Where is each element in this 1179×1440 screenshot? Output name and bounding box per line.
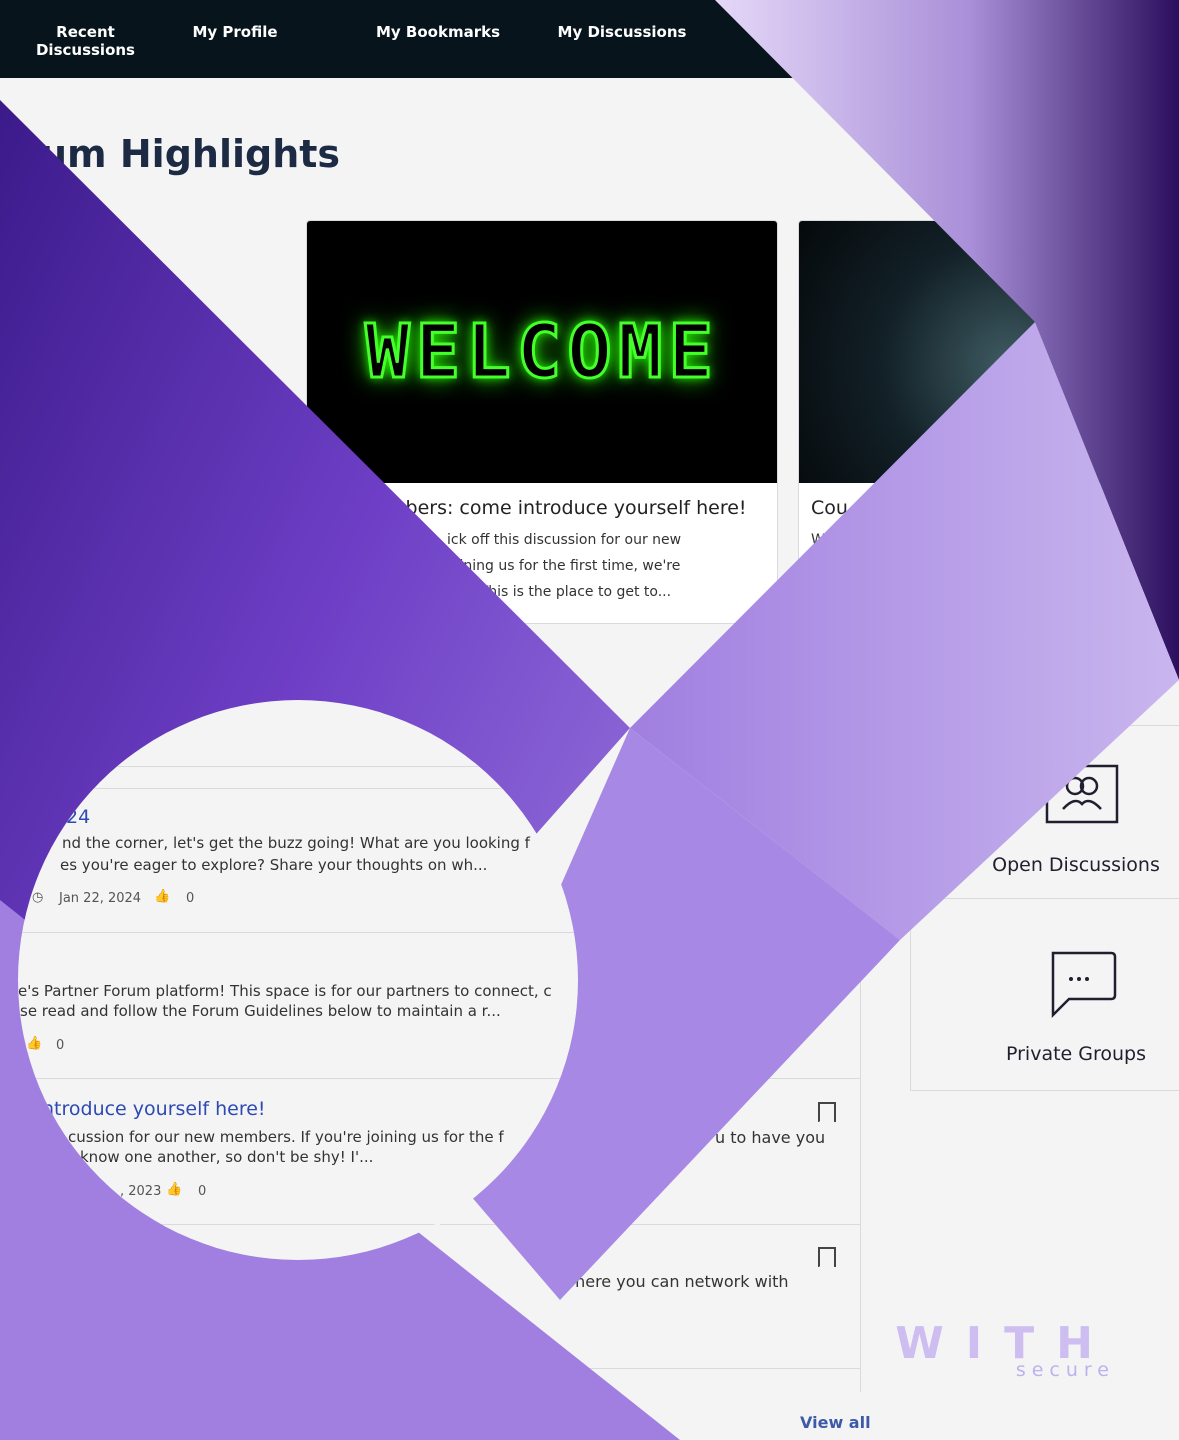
like-count: 0 <box>56 1038 65 1053</box>
welcome-image: WELCOME <box>307 221 777 483</box>
discussion-icon <box>1045 764 1119 824</box>
community-links-panel: Open Discussions Private Groups <box>910 725 1179 1091</box>
discussion-title-link[interactable]: 24 <box>66 806 90 828</box>
top-nav: Recent Discussions My Profile My Bookmar… <box>0 0 1179 78</box>
thumbs-up-icon[interactable]: 👍 <box>166 1182 182 1197</box>
clock-icon: ◷ <box>32 890 44 905</box>
discussion-excerpt: know one another, so don't be shy! I'... <box>80 1148 374 1166</box>
excerpt-line: ere! This is the place to get to... <box>447 584 672 600</box>
discussion-excerpt: se read and follow the Forum Guidelines … <box>20 1002 501 1020</box>
divider <box>18 1078 578 1079</box>
nav-my-profile[interactable]: My Profile <box>180 23 290 41</box>
discussion-excerpt: e's Partner Forum platform! This space i… <box>18 982 552 1000</box>
excerpt-line: joining us for the first time, we're <box>447 558 681 574</box>
thumbs-up-icon[interactable]: 👍 <box>154 889 170 904</box>
zoom-circle: s 24 nd the corner, let's get the buzz g… <box>18 700 578 1260</box>
discussion-excerpt: cussion for our new members. If you're j… <box>68 1128 504 1146</box>
discussion-date: Jan 22, 2024 <box>59 891 142 906</box>
private-groups-link[interactable]: Private Groups <box>951 1043 1179 1065</box>
like-count: 0 <box>198 1184 207 1199</box>
divider <box>18 766 578 767</box>
discussion-excerpt: nd the corner, let's get the buzz going!… <box>62 834 530 852</box>
divider <box>18 932 578 933</box>
list-excerpt: u to have you <box>715 1128 826 1147</box>
nav-recent-discussions[interactable]: Recent Discussions <box>28 23 143 59</box>
welcome-neon-text: WELCOME <box>364 308 719 397</box>
section-heading: s <box>160 700 178 733</box>
discussion-excerpt: es you're eager to explore? Share your t… <box>60 856 488 874</box>
card-excerpt: W <box>811 532 825 548</box>
excerpt-line: ick off this discussion for our new <box>447 532 682 548</box>
card-title[interactable]: Cou <box>811 497 848 519</box>
divider <box>18 1224 578 1225</box>
discussion-date: , 2023 <box>120 1184 162 1199</box>
page-title: um Highlights <box>40 132 341 176</box>
nav-my-bookmarks[interactable]: My Bookmarks <box>368 23 508 41</box>
like-count: 0 <box>186 891 195 906</box>
space-image <box>799 221 1179 483</box>
bookmark-icon[interactable] <box>818 1102 836 1122</box>
list-excerpt: where you can network with <box>562 1272 789 1291</box>
card-title[interactable]: mbers: come introduce yourself here! <box>387 497 747 519</box>
open-discussions-link[interactable]: Open Discussions <box>951 854 1179 876</box>
thumbs-up-icon[interactable]: 👍 <box>26 1036 42 1051</box>
bookmark-icon[interactable] <box>818 1247 836 1267</box>
divider <box>911 898 1179 899</box>
withsecure-logo: WITH secure <box>885 1318 1115 1381</box>
nav-my-discussions[interactable]: My Discussions <box>552 23 692 41</box>
chat-bubble-icon <box>1051 951 1117 1019</box>
discussion-title-link[interactable]: ntroduce yourself here! <box>42 1098 266 1120</box>
divider <box>18 788 578 789</box>
highlight-card-welcome[interactable]: WELCOME mbers: come introduce yourself h… <box>306 220 778 624</box>
view-all-link[interactable]: View all <box>800 1413 871 1432</box>
divider <box>440 1368 860 1369</box>
card-excerpt: ick off this discussion for our new join… <box>447 527 681 605</box>
highlight-card-space[interactable]: Cou W <box>798 220 1179 624</box>
